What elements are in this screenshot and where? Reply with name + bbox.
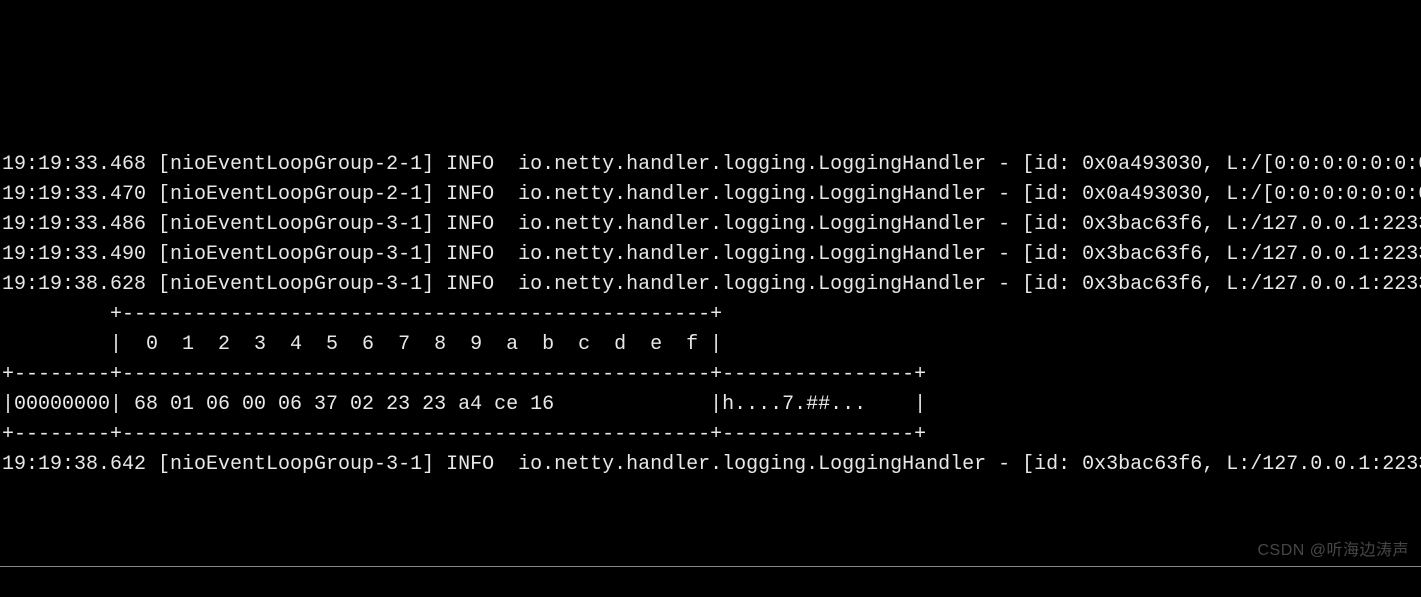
hexdump-separator: +--------+------------------------------…: [2, 363, 926, 386]
log-line: 19:19:38.642 [nioEventLoopGroup-3-1] INF…: [2, 453, 1421, 476]
log-line: 19:19:33.470 [nioEventLoopGroup-2-1] INF…: [2, 183, 1421, 206]
watermark-text: CSDN @听海边涛声: [1257, 539, 1409, 563]
console-log-output: 19:19:33.468 [nioEventLoopGroup-2-1] INF…: [0, 150, 1421, 480]
log-line: 19:19:33.468 [nioEventLoopGroup-2-1] INF…: [2, 153, 1421, 176]
hexdump-header: | 0 1 2 3 4 5 6 7 8 9 a b c d e f |: [2, 333, 722, 356]
hexdump-row: |00000000| 68 01 06 00 06 37 02 23 23 a4…: [2, 393, 926, 416]
log-line: 19:19:38.628 [nioEventLoopGroup-3-1] INF…: [2, 273, 1421, 296]
log-line: 19:19:33.486 [nioEventLoopGroup-3-1] INF…: [2, 213, 1421, 236]
hexdump-border: +--------+------------------------------…: [2, 423, 926, 446]
hexdump-border: +---------------------------------------…: [2, 303, 722, 326]
log-line: 19:19:33.490 [nioEventLoopGroup-3-1] INF…: [2, 243, 1421, 266]
